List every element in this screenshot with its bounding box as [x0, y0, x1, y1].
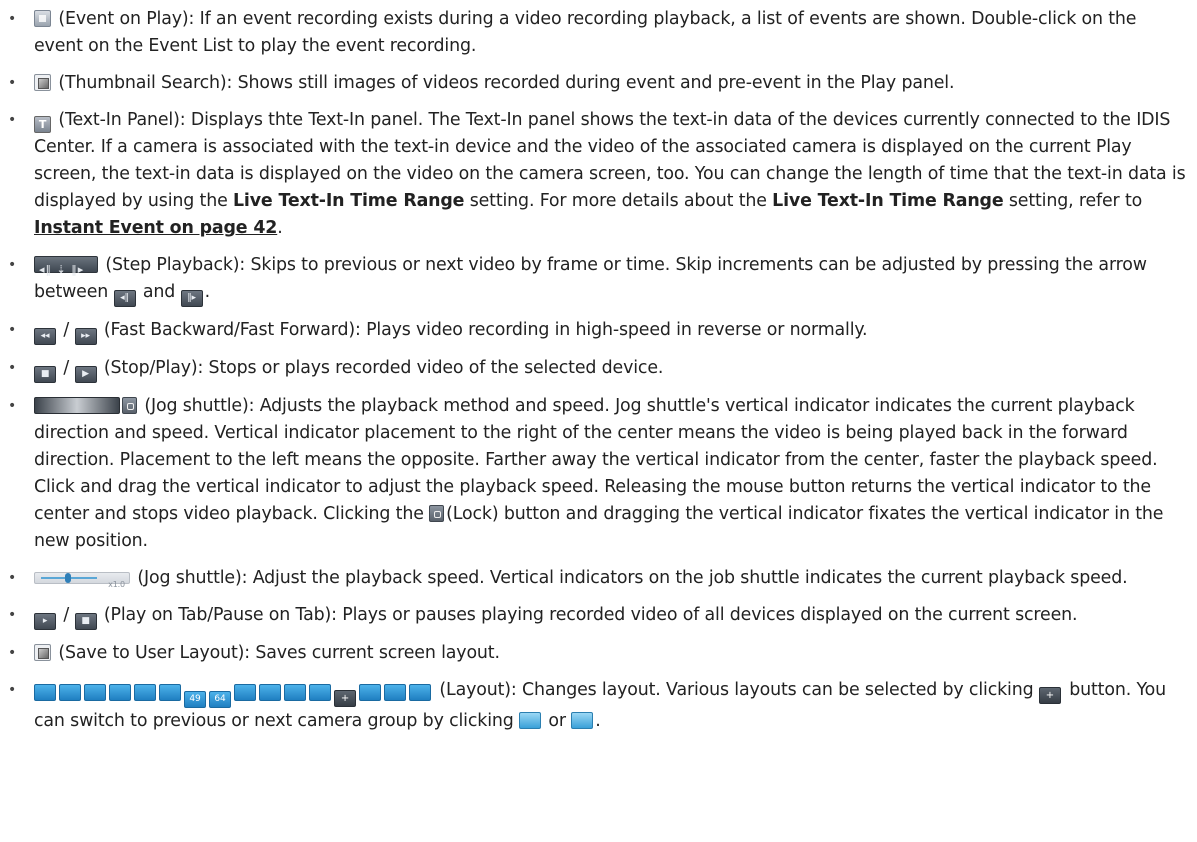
list-item-event-on-play: • (Event on Play): If an event recording…: [6, 6, 1187, 60]
setting-name: Live Text-In Time Range: [772, 191, 1004, 211]
fast-backward-icon: ◂◂: [34, 328, 56, 345]
item-text: (Jog shuttle): Adjust the playback speed…: [137, 568, 1128, 588]
instant-event-link[interactable]: Instant Event on page 42: [34, 218, 277, 238]
item-text: .: [595, 711, 601, 731]
stop-icon: ■: [34, 366, 56, 383]
fullscreen-icon: [359, 684, 381, 701]
list-item-step-playback: • (Step Playback): Skips to previous or …: [6, 252, 1187, 307]
item-text: (Thumbnail Search): Shows still images o…: [58, 73, 955, 93]
bullet: •: [8, 607, 17, 623]
item-text: setting. For more details about the: [464, 191, 773, 211]
list-item-jog-shuttle-slider: • (Jog shuttle): Adjust the playback spe…: [6, 565, 1187, 598]
bullet: •: [8, 360, 17, 376]
item-text: .: [204, 282, 211, 302]
list-item-save-to-user-layout: • (Save to User Layout): Saves current s…: [6, 640, 1187, 667]
separator: /: [63, 358, 70, 378]
icon-description-list: • (Event on Play): If an event recording…: [6, 6, 1187, 735]
bullet: •: [8, 322, 17, 338]
bullet: •: [8, 75, 17, 91]
layout-16-icon: [109, 684, 131, 701]
setting-name: Live Text-In Time Range: [233, 191, 465, 211]
event-on-play-icon: [34, 10, 51, 27]
item-text: and: [137, 282, 181, 302]
layout-4-icon: [59, 684, 81, 701]
item-text: or: [543, 711, 572, 731]
item-text: (Play on Tab/Pause on Tab): Plays or pau…: [103, 605, 1078, 625]
previous-group-icon: [384, 684, 406, 701]
bullet: •: [8, 11, 17, 27]
pause-on-tab-icon: ■: [74, 613, 97, 630]
list-item-jog-shuttle: • (Jog shuttle): Adjusts the playback me…: [6, 393, 1187, 555]
list-item-text-in-panel: • T (Text-In Panel): Displays thte Text-…: [6, 107, 1187, 242]
item-text: (Layout): Changes layout. Various layout…: [439, 680, 1039, 700]
list-item-play-pause-on-tab: • ▸ / ■ (Play on Tab/Pause on Tab): Play…: [6, 602, 1187, 630]
lock-icon: [122, 397, 137, 414]
step-back-icon: ◂‖: [113, 290, 136, 307]
bullet: •: [8, 645, 17, 661]
layout-icons: 49 64 +: [34, 680, 434, 708]
previous-group-icon: [519, 712, 542, 729]
item-text: (Fast Backward/Fast Forward): Plays vide…: [103, 320, 868, 340]
item-text: (Stop/Play): Stops or plays recorded vid…: [103, 358, 664, 378]
bullet: •: [8, 682, 17, 698]
save-to-user-layout-icon: [34, 644, 51, 661]
item-text: setting, refer to: [1003, 191, 1143, 211]
next-group-icon: [409, 684, 431, 701]
layout-1-icon: [34, 684, 56, 701]
thumbnail-search-icon: [34, 74, 51, 91]
list-item-thumbnail-search: • (Thumbnail Search): Shows still images…: [6, 70, 1187, 97]
layout-custom-1-icon: [234, 684, 256, 701]
lock-icon: [429, 505, 445, 522]
next-group-icon: [571, 712, 594, 729]
more-layouts-icon: +: [1038, 687, 1061, 704]
step-playback-icon: [34, 256, 98, 283]
list-item-stop-play: • ■ / ▶ (Stop/Play): Stops or plays reco…: [6, 355, 1187, 383]
list-item-layout: • 49 64 + (Layout): Changes layout. Variou…: [6, 677, 1187, 735]
fast-forward-icon: ▸▸: [74, 328, 97, 345]
layout-custom-3-icon: [284, 684, 306, 701]
separator: /: [63, 605, 70, 625]
separator: /: [63, 320, 70, 340]
layout-64-icon: 64: [209, 691, 231, 708]
layout-custom-4-icon: [309, 684, 331, 701]
list-item-fast-backward-forward: • ◂◂ / ▸▸ (Fast Backward/Fast Forward): …: [6, 317, 1187, 345]
bullet: •: [8, 112, 17, 128]
step-forward-icon: ‖▸: [180, 290, 203, 307]
more-layouts-icon: +: [334, 690, 356, 707]
bullet: •: [8, 257, 17, 273]
slider-knob: [65, 573, 71, 583]
item-text: (Event on Play): If an event recording e…: [34, 9, 1137, 56]
layout-25-icon: [134, 684, 156, 701]
jog-shuttle-icon: [34, 397, 120, 414]
layout-custom-2-icon: [259, 684, 281, 701]
bullet: •: [8, 570, 17, 586]
play-icon: ▶: [74, 366, 97, 383]
layout-49-icon: 49: [184, 691, 206, 708]
bullet: •: [8, 398, 17, 414]
text-in-panel-icon: T: [34, 116, 51, 133]
document-page: • (Event on Play): If an event recording…: [0, 0, 1197, 842]
jog-shuttle-slider-icon: [34, 571, 130, 598]
layout-36-icon: [159, 684, 181, 701]
item-text: (Save to User Layout): Saves current scr…: [58, 643, 500, 663]
play-on-tab-icon: ▸: [34, 613, 56, 630]
layout-9-icon: [84, 684, 106, 701]
item-text: .: [277, 218, 283, 238]
